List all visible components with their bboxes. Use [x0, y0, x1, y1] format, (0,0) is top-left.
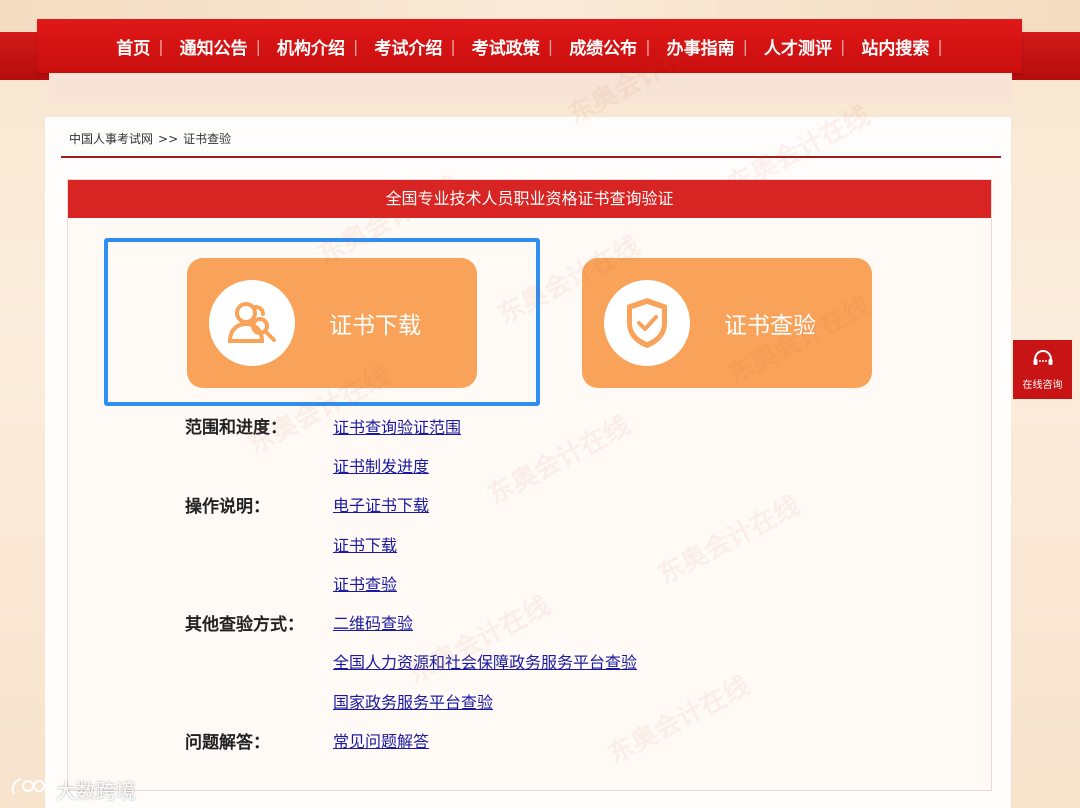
link-cert-verify[interactable]: 证书查验 — [333, 571, 397, 595]
cert-query-box: 全国专业技术人员职业资格证书查询验证 证书下载 证书查验 范围和进度： 证书查询… — [67, 179, 992, 791]
user-search-icon — [209, 280, 295, 366]
list-item: 问题解答： 常见问题解答 — [185, 720, 637, 759]
list-item: 证书下载 — [185, 524, 637, 563]
breadcrumb-home-link[interactable]: 中国人事考试网 — [69, 132, 153, 146]
link-faq[interactable]: 常见问题解答 — [333, 728, 429, 752]
list-item: 证书查验 — [185, 563, 637, 602]
breadcrumb-current: 证书查验 — [183, 132, 232, 146]
nav-item-exam-intro[interactable]: 考试介绍 | — [366, 34, 463, 59]
link-cert-download[interactable]: 证书下载 — [333, 532, 397, 556]
download-label: 证书下载 — [329, 313, 421, 339]
section-title: 全国专业技术人员职业资格证书查询验证 — [68, 180, 991, 218]
main-nav: 首页 | 通知公告 | 机构介绍 | 考试介绍 | 考试政策 | 成绩公布 | 办事指南 | … — [37, 19, 1022, 73]
divider — [61, 156, 1001, 158]
link-progress[interactable]: 证书制发进度 — [333, 453, 429, 477]
logo-text: 大数跨境 — [56, 779, 136, 803]
group-label-instructions: 操作说明： — [185, 496, 270, 517]
breadcrumb: 中国人事考试网 >> 证书查验 — [69, 130, 231, 147]
verify-label: 证书查验 — [724, 313, 816, 339]
group-label-other-methods: 其他查验方式： — [185, 614, 304, 635]
certificate-verify-button[interactable]: 证书查验 — [582, 258, 872, 388]
breadcrumb-separator: >> — [158, 132, 179, 146]
list-item: 国家政务服务平台查验 — [185, 681, 637, 720]
nav-item-guide[interactable]: 办事指南 | — [659, 34, 756, 59]
list-item: 全国人力资源和社会保障政务服务平台查验 — [185, 642, 637, 681]
footer-logo: 大数跨境 — [10, 775, 136, 804]
nav-item-notices[interactable]: 通知公告 | — [172, 34, 269, 59]
list-item: 其他查验方式： 二维码查验 — [185, 602, 637, 641]
sub-bar — [49, 73, 1012, 103]
nav-item-scores[interactable]: 成绩公布 | — [561, 34, 658, 59]
nav-item-exam-policy[interactable]: 考试政策 | — [464, 34, 561, 59]
online-consult-button[interactable]: 在线咨询 — [1013, 340, 1072, 399]
list-item: 范围和进度： 证书查询验证范围 — [185, 406, 637, 445]
group-label-faq: 问题解答： — [185, 732, 270, 753]
group-label-scope: 范围和进度： — [185, 418, 287, 439]
list-item: 操作说明： 电子证书下载 — [185, 485, 637, 524]
nav-item-home[interactable]: 首页 | — [108, 34, 171, 59]
nav-item-search[interactable]: 站内搜索 | — [853, 34, 950, 59]
link-hrss-platform[interactable]: 全国人力资源和社会保障政务服务平台查验 — [333, 649, 637, 673]
shield-check-icon — [604, 280, 690, 366]
logo-icon — [10, 776, 50, 803]
link-gov-platform[interactable]: 国家政务服务平台查验 — [333, 689, 493, 713]
link-scope[interactable]: 证书查询验证范围 — [333, 414, 461, 438]
nav-item-about[interactable]: 机构介绍 | — [269, 34, 366, 59]
link-qrcode-verify[interactable]: 二维码查验 — [333, 610, 413, 634]
nav-item-assessment[interactable]: 人才测评 | — [756, 34, 853, 59]
link-e-cert-download[interactable]: 电子证书下载 — [333, 492, 429, 516]
certificate-download-button[interactable]: 证书下载 — [187, 258, 477, 388]
headset-icon — [1032, 349, 1054, 372]
list-item: 证书制发进度 — [185, 445, 637, 484]
content-panel: 中国人事考试网 >> 证书查验 全国专业技术人员职业资格证书查询验证 证书下载 — [45, 117, 1011, 808]
consult-label: 在线咨询 — [1022, 379, 1063, 391]
link-groups: 范围和进度： 证书查询验证范围 证书制发进度 操作说明： 电子证书下载 证书下载… — [185, 406, 637, 760]
